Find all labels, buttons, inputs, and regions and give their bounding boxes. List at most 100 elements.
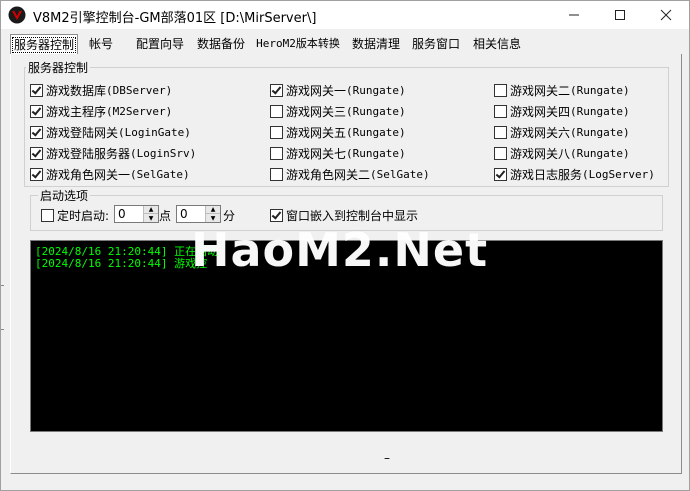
- checkbox-code: (LoginSrv): [130, 147, 197, 160]
- checkbox-rungate-5[interactable]: 游戏网关五 (Rungate): [270, 124, 406, 141]
- edge-tick: [1, 329, 4, 330]
- checkbox-label: 游戏网关一: [286, 84, 347, 98]
- checkbox-label: 游戏网关六: [510, 126, 571, 140]
- checkbox-selgate-2[interactable]: 游戏角色网关二 (SelGate): [270, 166, 430, 183]
- hour-spinner[interactable]: 0 ▲ ▼: [114, 205, 159, 223]
- checkbox-label: 游戏网关三: [286, 105, 347, 119]
- close-icon: [660, 9, 672, 21]
- footer-dash: –: [384, 451, 390, 465]
- checkbox-label: 游戏网关七: [286, 147, 347, 161]
- close-button[interactable]: [643, 1, 689, 29]
- checkbox-loginsrv[interactable]: 游戏登陆服务器 (LoginSrv): [30, 145, 196, 162]
- checkbox-box: [270, 168, 283, 181]
- checkbox-box: [270, 209, 283, 222]
- tab-data-cleanup[interactable]: 数据清理: [350, 35, 402, 53]
- checkbox-code: (SelGate): [130, 168, 190, 181]
- tab-data-backup[interactable]: 数据备份: [195, 35, 247, 53]
- tab-account[interactable]: 帐号: [86, 35, 116, 53]
- minute-spinner[interactable]: 0 ▲ ▼: [176, 205, 221, 223]
- checkbox-label: 游戏登陆网关: [46, 126, 119, 140]
- minimize-icon: [569, 14, 579, 16]
- minute-unit-label: 分: [223, 209, 236, 223]
- checkbox-box: [270, 126, 283, 139]
- checkbox-label: 游戏日志服务: [510, 168, 583, 182]
- edge-tick: [1, 285, 4, 286]
- startup-options-group-label: 启动选项: [38, 187, 91, 204]
- checkbox-label: 定时启动:: [57, 209, 110, 223]
- checkbox-code: (Rungate): [570, 84, 630, 97]
- tab-label: 服务器控制: [11, 37, 76, 53]
- checkbox-label: 游戏网关二: [510, 84, 571, 98]
- spin-up-icon[interactable]: ▲: [206, 206, 220, 214]
- checkbox-m2server[interactable]: 游戏主程序 (M2Server): [30, 103, 172, 120]
- checkbox-box: [270, 147, 283, 160]
- checkbox-logserver[interactable]: 游戏日志服务 (LogServer): [494, 166, 655, 183]
- checkbox-box: [494, 147, 507, 160]
- checkbox-logingate[interactable]: 游戏登陆网关 (LoginGate): [30, 124, 191, 141]
- spin-up-icon[interactable]: ▲: [144, 206, 158, 214]
- checkbox-label: 游戏登陆服务器: [46, 147, 131, 161]
- checkbox-label: 游戏角色网关二: [286, 168, 371, 182]
- checkbox-box: [30, 126, 43, 139]
- minute-value: 0: [180, 207, 188, 221]
- checkbox-label: 窗口嵌入到控制台中显示: [286, 209, 419, 223]
- app-logo-icon: [8, 6, 26, 24]
- checkbox-code: (DBServer): [106, 84, 173, 97]
- checkbox-rungate-7[interactable]: 游戏网关七 (Rungate): [270, 145, 406, 162]
- timed-start-checkbox[interactable]: 定时启动:: [41, 207, 109, 224]
- checkbox-box: [270, 84, 283, 97]
- checkbox-rungate-2[interactable]: 游戏网关二 (Rungate): [494, 82, 630, 99]
- tab-about[interactable]: 相关信息: [471, 35, 523, 53]
- checkbox-code: (M2Server): [106, 105, 173, 118]
- checkbox-code: (SelGate): [370, 168, 430, 181]
- hour-value: 0: [118, 207, 126, 221]
- tab-service-window[interactable]: 服务窗口: [410, 35, 462, 53]
- checkbox-box: [30, 105, 43, 118]
- tab-server-control[interactable]: 服务器控制: [10, 34, 78, 54]
- embed-window-checkbox[interactable]: 窗口嵌入到控制台中显示: [270, 207, 418, 224]
- checkbox-label: 游戏网关八: [510, 147, 571, 161]
- window-title: V8M2引擎控制台-GM部落01区 [D:\MirServer\]: [33, 11, 317, 26]
- checkbox-box: [494, 105, 507, 118]
- checkbox-code: (Rungate): [346, 105, 406, 118]
- checkbox-box: [270, 105, 283, 118]
- maximize-button[interactable]: [597, 1, 643, 29]
- checkbox-dbserver[interactable]: 游戏数据库 (DBServer): [30, 82, 172, 99]
- spin-down-icon[interactable]: ▼: [144, 214, 158, 222]
- title-bar[interactable]: V8M2引擎控制台-GM部落01区 [D:\MirServer\]: [1, 1, 689, 29]
- checkbox-box: [30, 147, 43, 160]
- maximize-icon: [615, 10, 625, 20]
- watermark-text: HaoM2.Net: [191, 223, 489, 277]
- log-line: [2024/8/16 21:20:44] 游戏控: [35, 257, 208, 270]
- tab-config-wizard[interactable]: 配置向导: [134, 35, 186, 53]
- checkbox-rungate-1[interactable]: 游戏网关一 (Rungate): [270, 82, 406, 99]
- server-control-group-label: 服务器控制: [26, 59, 91, 76]
- tab-herom2-convert[interactable]: HeroM2版本转换: [255, 35, 341, 53]
- checkbox-code: (LoginGate): [118, 126, 191, 139]
- spinner-arrows: ▲ ▼: [143, 206, 158, 222]
- checkbox-label: 游戏网关五: [286, 126, 347, 140]
- checkbox-box: [41, 209, 54, 222]
- checkbox-code: (Rungate): [346, 84, 406, 97]
- checkbox-box: [494, 168, 507, 181]
- checkbox-rungate-3[interactable]: 游戏网关三 (Rungate): [270, 103, 406, 120]
- checkbox-selgate-1[interactable]: 游戏角色网关一 (SelGate): [30, 166, 190, 183]
- checkbox-box: [30, 168, 43, 181]
- checkbox-label: 游戏数据库: [46, 84, 107, 98]
- spinner-arrows: ▲ ▼: [205, 206, 220, 222]
- checkbox-rungate-8[interactable]: 游戏网关八 (Rungate): [494, 145, 630, 162]
- checkbox-label: 游戏角色网关一: [46, 168, 131, 182]
- spin-down-icon[interactable]: ▼: [206, 214, 220, 222]
- checkbox-label: 游戏主程序: [46, 105, 107, 119]
- checkbox-rungate-6[interactable]: 游戏网关六 (Rungate): [494, 124, 630, 141]
- checkbox-rungate-4[interactable]: 游戏网关四 (Rungate): [494, 103, 630, 120]
- checkbox-code: (Rungate): [570, 126, 630, 139]
- minimize-button[interactable]: [551, 1, 597, 29]
- checkbox-code: (Rungate): [570, 147, 630, 160]
- checkbox-code: (Rungate): [346, 147, 406, 160]
- hour-unit-label: 点: [159, 209, 172, 223]
- checkbox-code: (Rungate): [346, 126, 406, 139]
- main-window: V8M2引擎控制台-GM部落01区 [D:\MirServer\] 服务器控制 …: [0, 0, 690, 491]
- checkbox-code: (Rungate): [570, 105, 630, 118]
- checkbox-box: [494, 84, 507, 97]
